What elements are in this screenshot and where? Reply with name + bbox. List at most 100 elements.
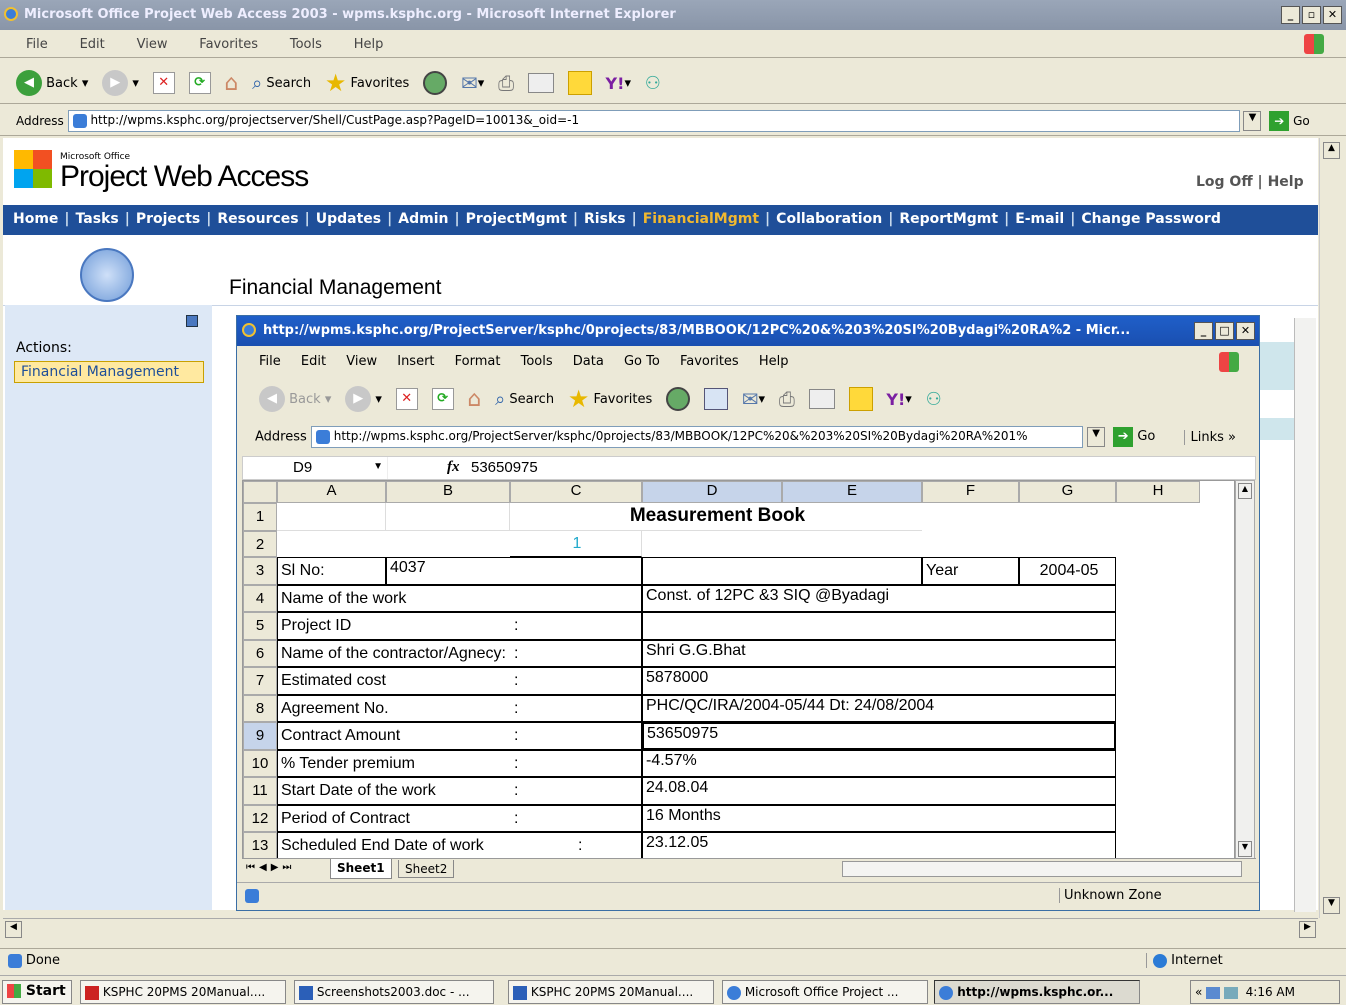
log-off-link[interactable]: Log Off — [1196, 174, 1253, 190]
year-label[interactable]: Year — [922, 557, 1019, 585]
nav-change-password[interactable]: Change Password — [1081, 211, 1221, 227]
nav-projectmgmt[interactable]: ProjectMgmt — [466, 211, 567, 227]
popup-messenger-button[interactable]: ⚇ — [926, 384, 942, 414]
row-label-12[interactable]: Period of Contract: — [277, 805, 642, 832]
page-vertical-scrollbar[interactable]: ▲ ▼ — [1319, 138, 1343, 918]
back-button[interactable]: ◀ Back ▾ — [16, 68, 88, 98]
row-value-13[interactable]: 23.12.05 — [642, 832, 1116, 859]
edit-button[interactable] — [527, 68, 554, 98]
select-all-corner[interactable] — [243, 481, 277, 503]
row-label-8[interactable]: Agreement No.: — [277, 695, 642, 722]
sheet-tab-sheet2[interactable]: Sheet2 — [398, 860, 455, 878]
scroll-up-icon[interactable]: ▲ — [1238, 483, 1252, 499]
page-scroll-up-icon[interactable]: ▲ — [1323, 142, 1340, 159]
selected-cell-d9[interactable]: 53650975 — [642, 722, 1116, 750]
popup-title-bar[interactable]: http://wpms.ksphc.org/ProjectServer/ksph… — [237, 316, 1259, 346]
tray-network-icon[interactable] — [1206, 986, 1221, 999]
popup-yahoo-button[interactable]: Y! ▾ — [886, 384, 911, 414]
row-value-6[interactable]: Shri G.G.Bhat — [642, 640, 1116, 667]
popup-go-button[interactable]: ➔ Go — [1113, 427, 1155, 447]
popup-menu-help[interactable]: Help — [759, 354, 789, 369]
row-header-8[interactable]: 8 — [243, 695, 277, 722]
popup-home-button[interactable]: ⌂ — [467, 384, 481, 414]
close-button[interactable]: ✕ — [1323, 6, 1342, 24]
page-scrollbar[interactable] — [1294, 318, 1316, 912]
row-header-6[interactable]: 6 — [243, 640, 277, 667]
column-header-b[interactable]: B — [386, 481, 510, 503]
row-header-4[interactable]: 4 — [243, 585, 277, 612]
nav-admin[interactable]: Admin — [398, 211, 448, 227]
home-button[interactable]: ⌂ — [224, 68, 238, 98]
page-scroll-left-icon[interactable]: ◀ — [5, 921, 22, 938]
menu-view[interactable]: View — [137, 37, 168, 52]
print-button[interactable]: ⎙ — [498, 68, 514, 98]
popup-menu-tools[interactable]: Tools — [521, 354, 553, 369]
yahoo-button[interactable]: Y! ▾ — [606, 68, 631, 98]
cell-c2[interactable]: 1 — [510, 531, 642, 557]
popup-minimize-button[interactable]: _ — [1194, 322, 1213, 340]
popup-forward-button[interactable]: ▶ ▾ — [345, 384, 382, 414]
search-button[interactable]: ⌕ Search — [252, 68, 311, 98]
actions-financial-management[interactable]: Financial Management — [14, 361, 204, 383]
sheet-nav-buttons[interactable]: ⏮◀▶⏭ — [246, 862, 295, 873]
row-value-12[interactable]: 16 Months — [642, 805, 1116, 832]
menu-edit[interactable]: Edit — [80, 37, 105, 52]
row-label-6[interactable]: Name of the contractor/Agnecy:: — [277, 640, 642, 667]
nav-projects[interactable]: Projects — [136, 211, 200, 227]
popup-menu-file[interactable]: File — [259, 354, 281, 369]
row-header-10[interactable]: 10 — [243, 750, 277, 777]
sheet-horizontal-scrollbar[interactable] — [842, 861, 1242, 877]
nav-home[interactable]: Home — [13, 211, 58, 227]
popup-print-button[interactable]: ⎙ — [779, 384, 795, 414]
row-header-9[interactable]: 9 — [243, 722, 277, 750]
nav-updates[interactable]: Updates — [316, 211, 381, 227]
taskbar-item-pwa[interactable]: Microsoft Office Project ... — [722, 980, 928, 1004]
nav-email[interactable]: E-mail — [1015, 211, 1064, 227]
popup-close-button[interactable]: ✕ — [1236, 322, 1255, 340]
popup-menu-edit[interactable]: Edit — [301, 354, 326, 369]
row-header-2[interactable]: 2 — [243, 531, 277, 557]
tray-monitor-icon[interactable] — [1224, 986, 1238, 999]
start-button[interactable]: Start — [2, 980, 72, 1004]
sheet-tab-sheet1[interactable]: Sheet1 — [330, 859, 392, 879]
forward-button[interactable]: ▶ ▾ — [102, 68, 139, 98]
column-header-c[interactable]: C — [510, 481, 642, 503]
popup-favorites-button[interactable]: ★ Favorites — [568, 384, 652, 414]
row-label-9[interactable]: Contract Amount: — [277, 722, 642, 750]
row-header-7[interactable]: 7 — [243, 667, 277, 695]
window-title-bar[interactable]: Microsoft Office Project Web Access 2003… — [0, 0, 1346, 30]
row-header-13[interactable]: 13 — [243, 832, 277, 859]
restore-button[interactable]: ▫ — [1302, 6, 1321, 24]
column-header-a[interactable]: A — [277, 481, 386, 503]
page-scroll-right-icon[interactable]: ▶ — [1299, 921, 1316, 938]
row-header-3[interactable]: 3 — [243, 557, 277, 585]
popup-menu-view[interactable]: View — [346, 354, 377, 369]
formula-input[interactable]: 53650975 — [471, 459, 538, 476]
popup-menu-favorites[interactable]: Favorites — [680, 354, 739, 369]
tray-chevron-icon[interactable]: « — [1195, 985, 1202, 999]
help-link[interactable]: Help — [1268, 174, 1304, 190]
popup-refresh-button[interactable]: ⟳ — [431, 384, 454, 414]
row-header-12[interactable]: 12 — [243, 805, 277, 832]
address-dropdown-button[interactable]: ▼ — [1243, 111, 1262, 131]
popup-back-button[interactable]: ◀ Back ▾ — [259, 384, 331, 414]
menu-tools[interactable]: Tools — [290, 37, 322, 52]
nav-risks[interactable]: Risks — [584, 211, 626, 227]
messenger-button[interactable]: ⚇ — [645, 68, 661, 98]
menu-favorites[interactable]: Favorites — [199, 37, 258, 52]
column-header-g[interactable]: G — [1019, 481, 1116, 503]
popup-menu-goto[interactable]: Go To — [624, 354, 660, 369]
nav-collaboration[interactable]: Collaboration — [776, 211, 882, 227]
taskbar-item-popup[interactable]: http://wpms.ksphc.or... — [934, 980, 1140, 1004]
popup-address-dropdown[interactable]: ▼ — [1087, 427, 1106, 447]
sheet-vertical-scrollbar[interactable]: ▲ ▼ — [1235, 480, 1255, 860]
favorites-button[interactable]: ★ Favorites — [325, 68, 409, 98]
row-header-5[interactable]: 5 — [243, 612, 277, 640]
address-input[interactable]: http://wpms.ksphc.org/projectserver/Shel… — [67, 110, 1240, 132]
row-label-4[interactable]: Name of the work — [277, 585, 642, 612]
popup-maximize-button[interactable]: □ — [1215, 322, 1234, 340]
popup-research-button[interactable] — [703, 384, 728, 414]
column-header-h[interactable]: H — [1116, 481, 1200, 503]
popup-search-button[interactable]: ⌕ Search — [495, 384, 554, 414]
row-value-10[interactable]: -4.57% — [642, 750, 1116, 777]
